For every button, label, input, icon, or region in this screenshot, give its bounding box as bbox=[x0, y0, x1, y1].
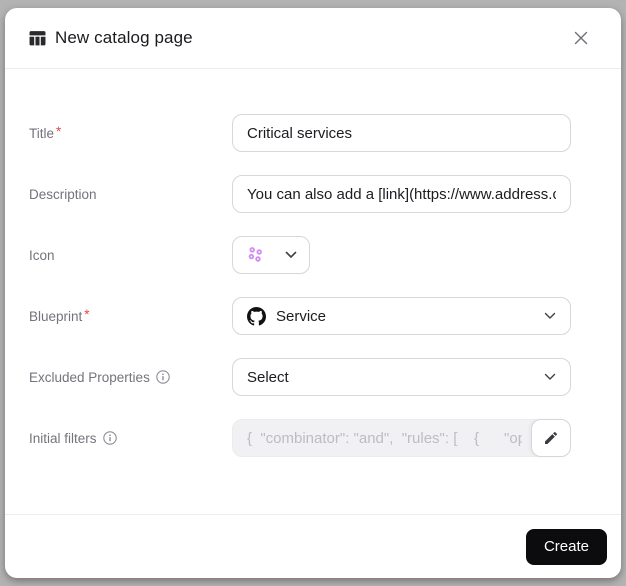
description-input[interactable] bbox=[232, 175, 571, 213]
title-control bbox=[232, 114, 571, 152]
create-button[interactable]: Create bbox=[526, 529, 607, 565]
required-asterisk: * bbox=[56, 124, 61, 139]
icon-control bbox=[232, 236, 571, 274]
modal-footer: Create bbox=[5, 514, 621, 578]
modal-header: New catalog page bbox=[5, 8, 621, 69]
description-label: Description bbox=[29, 187, 232, 202]
blueprint-value: Service bbox=[276, 308, 534, 325]
title-label: Title* bbox=[29, 126, 232, 141]
info-icon[interactable] bbox=[156, 370, 170, 384]
field-row-description: Description bbox=[29, 175, 571, 213]
description-control bbox=[232, 175, 571, 213]
excluded-properties-select[interactable]: Select bbox=[232, 358, 571, 396]
field-row-initial-filters: Initial filters bbox=[29, 419, 571, 457]
icon-select[interactable] bbox=[232, 236, 310, 274]
initial-filters-input bbox=[232, 419, 571, 457]
excluded-properties-control: Select bbox=[232, 358, 571, 396]
modal-title: New catalog page bbox=[55, 28, 567, 48]
title-label-text: Title bbox=[29, 126, 54, 141]
title-input[interactable] bbox=[232, 114, 571, 152]
icon-label-text: Icon bbox=[29, 248, 55, 263]
microservice-cluster-icon bbox=[246, 245, 266, 265]
blueprint-control: Service bbox=[232, 297, 571, 335]
excluded-properties-label: Excluded Properties bbox=[29, 370, 232, 385]
icon-label: Icon bbox=[29, 248, 232, 263]
chevron-down-icon bbox=[544, 373, 556, 381]
edit-filters-button[interactable] bbox=[531, 419, 571, 457]
field-row-icon: Icon bbox=[29, 236, 571, 274]
chevron-down-icon bbox=[285, 251, 297, 259]
field-row-excluded-properties: Excluded Properties Select bbox=[29, 358, 571, 396]
initial-filters-control bbox=[232, 419, 571, 457]
blueprint-select[interactable]: Service bbox=[232, 297, 571, 335]
pencil-icon bbox=[543, 430, 559, 446]
blueprint-label: Blueprint* bbox=[29, 309, 232, 324]
description-label-text: Description bbox=[29, 187, 97, 202]
blueprint-label-text: Blueprint bbox=[29, 309, 82, 324]
excluded-properties-label-text: Excluded Properties bbox=[29, 370, 150, 385]
info-icon[interactable] bbox=[103, 431, 117, 445]
field-row-blueprint: Blueprint* Service bbox=[29, 297, 571, 335]
excluded-properties-value: Select bbox=[247, 369, 534, 386]
github-icon bbox=[247, 307, 266, 326]
required-asterisk: * bbox=[84, 307, 89, 322]
initial-filters-label-text: Initial filters bbox=[29, 431, 97, 446]
initial-filters-label: Initial filters bbox=[29, 431, 232, 446]
modal-body: Title* Description Icon bbox=[5, 69, 621, 514]
field-row-title: Title* bbox=[29, 114, 571, 152]
chevron-down-icon bbox=[544, 312, 556, 320]
catalog-table-icon bbox=[29, 30, 46, 47]
new-catalog-page-modal: New catalog page Title* Description bbox=[5, 8, 621, 578]
close-icon[interactable] bbox=[567, 24, 595, 52]
